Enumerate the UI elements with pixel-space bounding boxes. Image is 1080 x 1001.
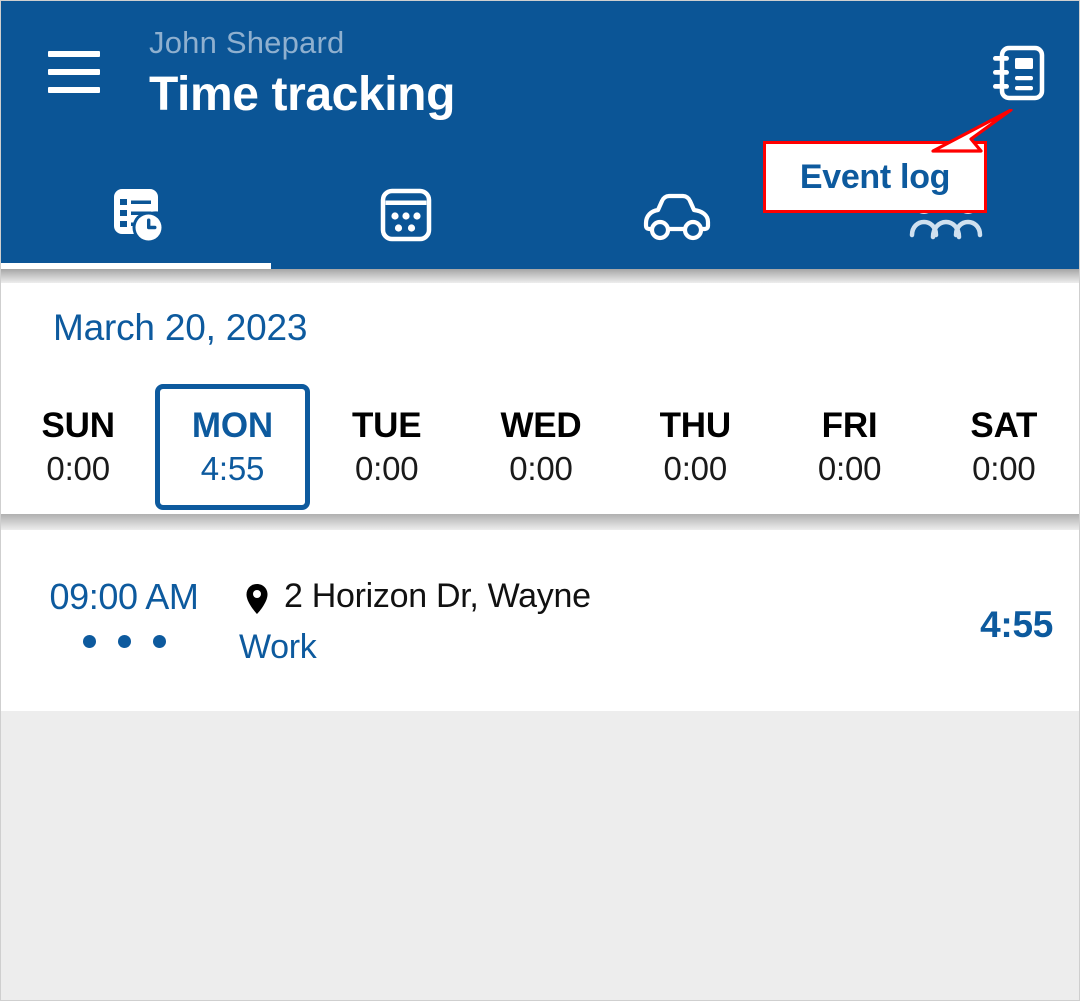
map-pin-icon bbox=[242, 582, 272, 616]
week-days: SUN 0:00 MON 4:55 TUE 0:00 WED 0:00 THU … bbox=[1, 384, 1079, 510]
day-hours: 0:00 bbox=[663, 450, 728, 487]
day-hours: 0:00 bbox=[817, 450, 882, 487]
day-hours: 0:00 bbox=[46, 450, 110, 487]
day-sat[interactable]: SAT 0:00 bbox=[927, 387, 1079, 507]
day-name: FRI bbox=[821, 406, 878, 445]
tab-calendar[interactable] bbox=[271, 161, 541, 269]
app-screen: John Shepard Time tracking Event log Mar… bbox=[0, 0, 1080, 1001]
app-bar: John Shepard Time tracking bbox=[1, 1, 1079, 269]
callout-label: Event log bbox=[799, 157, 951, 196]
day-name: MON bbox=[191, 406, 273, 445]
day-mon[interactable]: MON 4:55 bbox=[155, 384, 310, 510]
tab-timesheet[interactable] bbox=[1, 161, 271, 269]
page-title: Time tracking bbox=[149, 68, 456, 121]
title-block: John Shepard Time tracking bbox=[149, 23, 455, 125]
selected-date-label[interactable]: March 20, 2023 bbox=[53, 307, 308, 349]
event-log-notebook-icon[interactable] bbox=[985, 41, 1049, 105]
hamburger-bar bbox=[48, 51, 100, 57]
entry-location: 2 Horizon Dr, Wayne bbox=[284, 577, 591, 615]
week-strip-card: March 20, 2023 SUN 0:00 MON 4:55 TUE 0:0… bbox=[1, 283, 1079, 514]
entry-start-time: 09:00 AM bbox=[49, 576, 199, 617]
entry-list: 09:00 AM 2 Horizon Dr, Wayne Work 4:55 bbox=[1, 530, 1079, 711]
entry-project[interactable]: Work bbox=[239, 628, 317, 667]
callout-pointer bbox=[931, 109, 1013, 153]
entry-duration: 4:55 bbox=[980, 604, 1053, 645]
day-fri[interactable]: FRI 0:00 bbox=[772, 387, 926, 507]
dot bbox=[152, 635, 166, 648]
day-name: SUN bbox=[41, 406, 115, 445]
document-clock-icon bbox=[102, 181, 170, 249]
hamburger-bar bbox=[48, 87, 100, 93]
dot bbox=[82, 635, 96, 648]
day-name: SAT bbox=[970, 406, 1038, 445]
day-hours: 0:00 bbox=[509, 450, 573, 487]
hamburger-menu-icon[interactable] bbox=[48, 51, 100, 93]
day-hours: 0:00 bbox=[972, 450, 1036, 487]
day-hours: 0:00 bbox=[354, 450, 419, 487]
car-icon bbox=[638, 189, 714, 241]
header-shadow bbox=[1, 269, 1079, 283]
hamburger-bar bbox=[48, 69, 100, 75]
day-tue[interactable]: TUE 0:00 bbox=[310, 387, 464, 507]
calendar-icon bbox=[377, 186, 435, 244]
user-name: John Shepard bbox=[149, 25, 345, 60]
dot bbox=[117, 635, 131, 648]
list-item[interactable]: 09:00 AM 2 Horizon Dr, Wayne Work 4:55 bbox=[1, 530, 1079, 711]
day-name: THU bbox=[659, 406, 732, 445]
day-hours: 4:55 bbox=[200, 450, 265, 487]
day-thu[interactable]: THU 0:00 bbox=[618, 387, 772, 507]
day-sun[interactable]: SUN 0:00 bbox=[1, 387, 155, 507]
day-wed[interactable]: WED 0:00 bbox=[464, 387, 618, 507]
entry-more-dots[interactable] bbox=[34, 635, 214, 648]
active-tab-indicator bbox=[1, 263, 271, 269]
week-strip-shadow bbox=[1, 514, 1079, 530]
page-background bbox=[1, 711, 1079, 1000]
day-name: WED bbox=[500, 406, 582, 445]
day-name: TUE bbox=[352, 406, 422, 445]
